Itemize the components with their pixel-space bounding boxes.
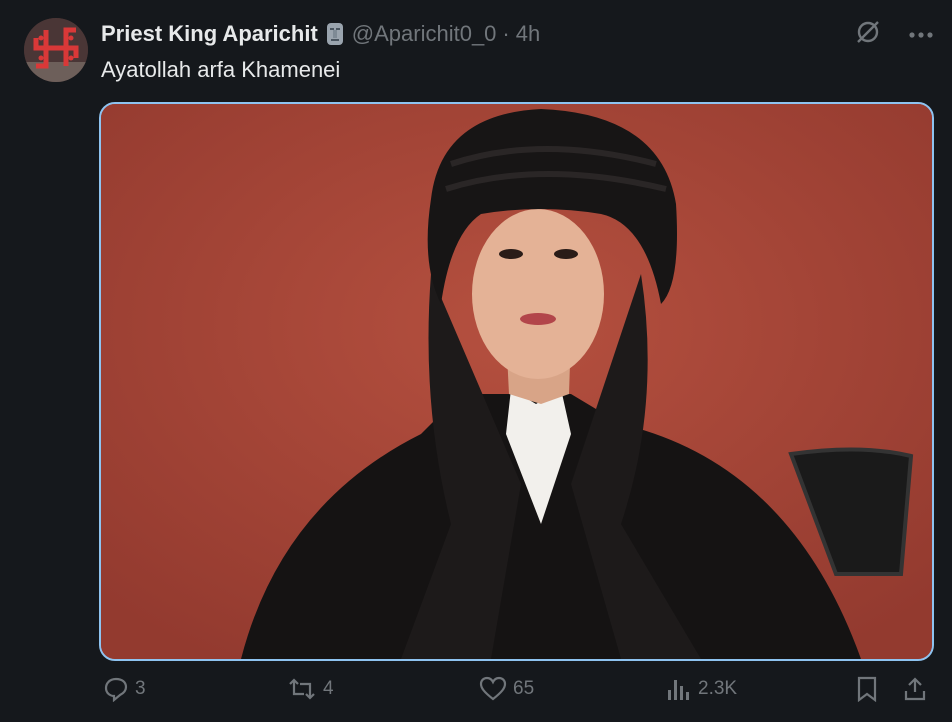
portrait-photo-image bbox=[101, 104, 932, 659]
tweet-actions: 3 4 65 2.3K bbox=[0, 676, 952, 712]
views-icon bbox=[668, 680, 689, 700]
author-avatar[interactable] bbox=[24, 18, 88, 82]
moai-emoji-icon bbox=[324, 22, 346, 46]
share-icon bbox=[904, 677, 926, 701]
repost-button[interactable]: 4 bbox=[287, 676, 334, 702]
heart-icon bbox=[479, 676, 507, 701]
like-button[interactable]: 65 bbox=[479, 676, 534, 702]
tweet-header: Priest King Aparichit @Aparichit0_0 · 4h bbox=[101, 20, 540, 48]
tweet-text: Ayatollah arfa Khamenei bbox=[101, 57, 341, 82]
share-button[interactable] bbox=[903, 676, 927, 702]
reply-count: 3 bbox=[135, 678, 146, 699]
author-handle[interactable]: @Aparichit0_0 bbox=[352, 21, 497, 47]
tweet-timestamp[interactable]: 4h bbox=[516, 21, 540, 47]
repost-icon bbox=[289, 678, 315, 700]
grok-icon[interactable] bbox=[854, 18, 882, 51]
tweet-top-icons bbox=[854, 18, 934, 51]
bookmark-icon bbox=[857, 676, 877, 702]
swastika-logo-avatar-image bbox=[24, 18, 88, 82]
author-name[interactable]: Priest King Aparichit bbox=[101, 21, 318, 47]
repost-count: 4 bbox=[323, 678, 334, 699]
separator-dot: · bbox=[502, 21, 510, 46]
reply-button[interactable]: 3 bbox=[103, 676, 146, 702]
tweet-photo[interactable] bbox=[99, 102, 934, 661]
bookmark-button[interactable] bbox=[856, 676, 878, 702]
like-count: 65 bbox=[513, 678, 535, 699]
reply-icon bbox=[104, 677, 128, 702]
more-icon[interactable] bbox=[908, 26, 934, 44]
view-count: 2.3K bbox=[698, 678, 738, 699]
views-button[interactable]: 2.3K bbox=[666, 676, 737, 702]
